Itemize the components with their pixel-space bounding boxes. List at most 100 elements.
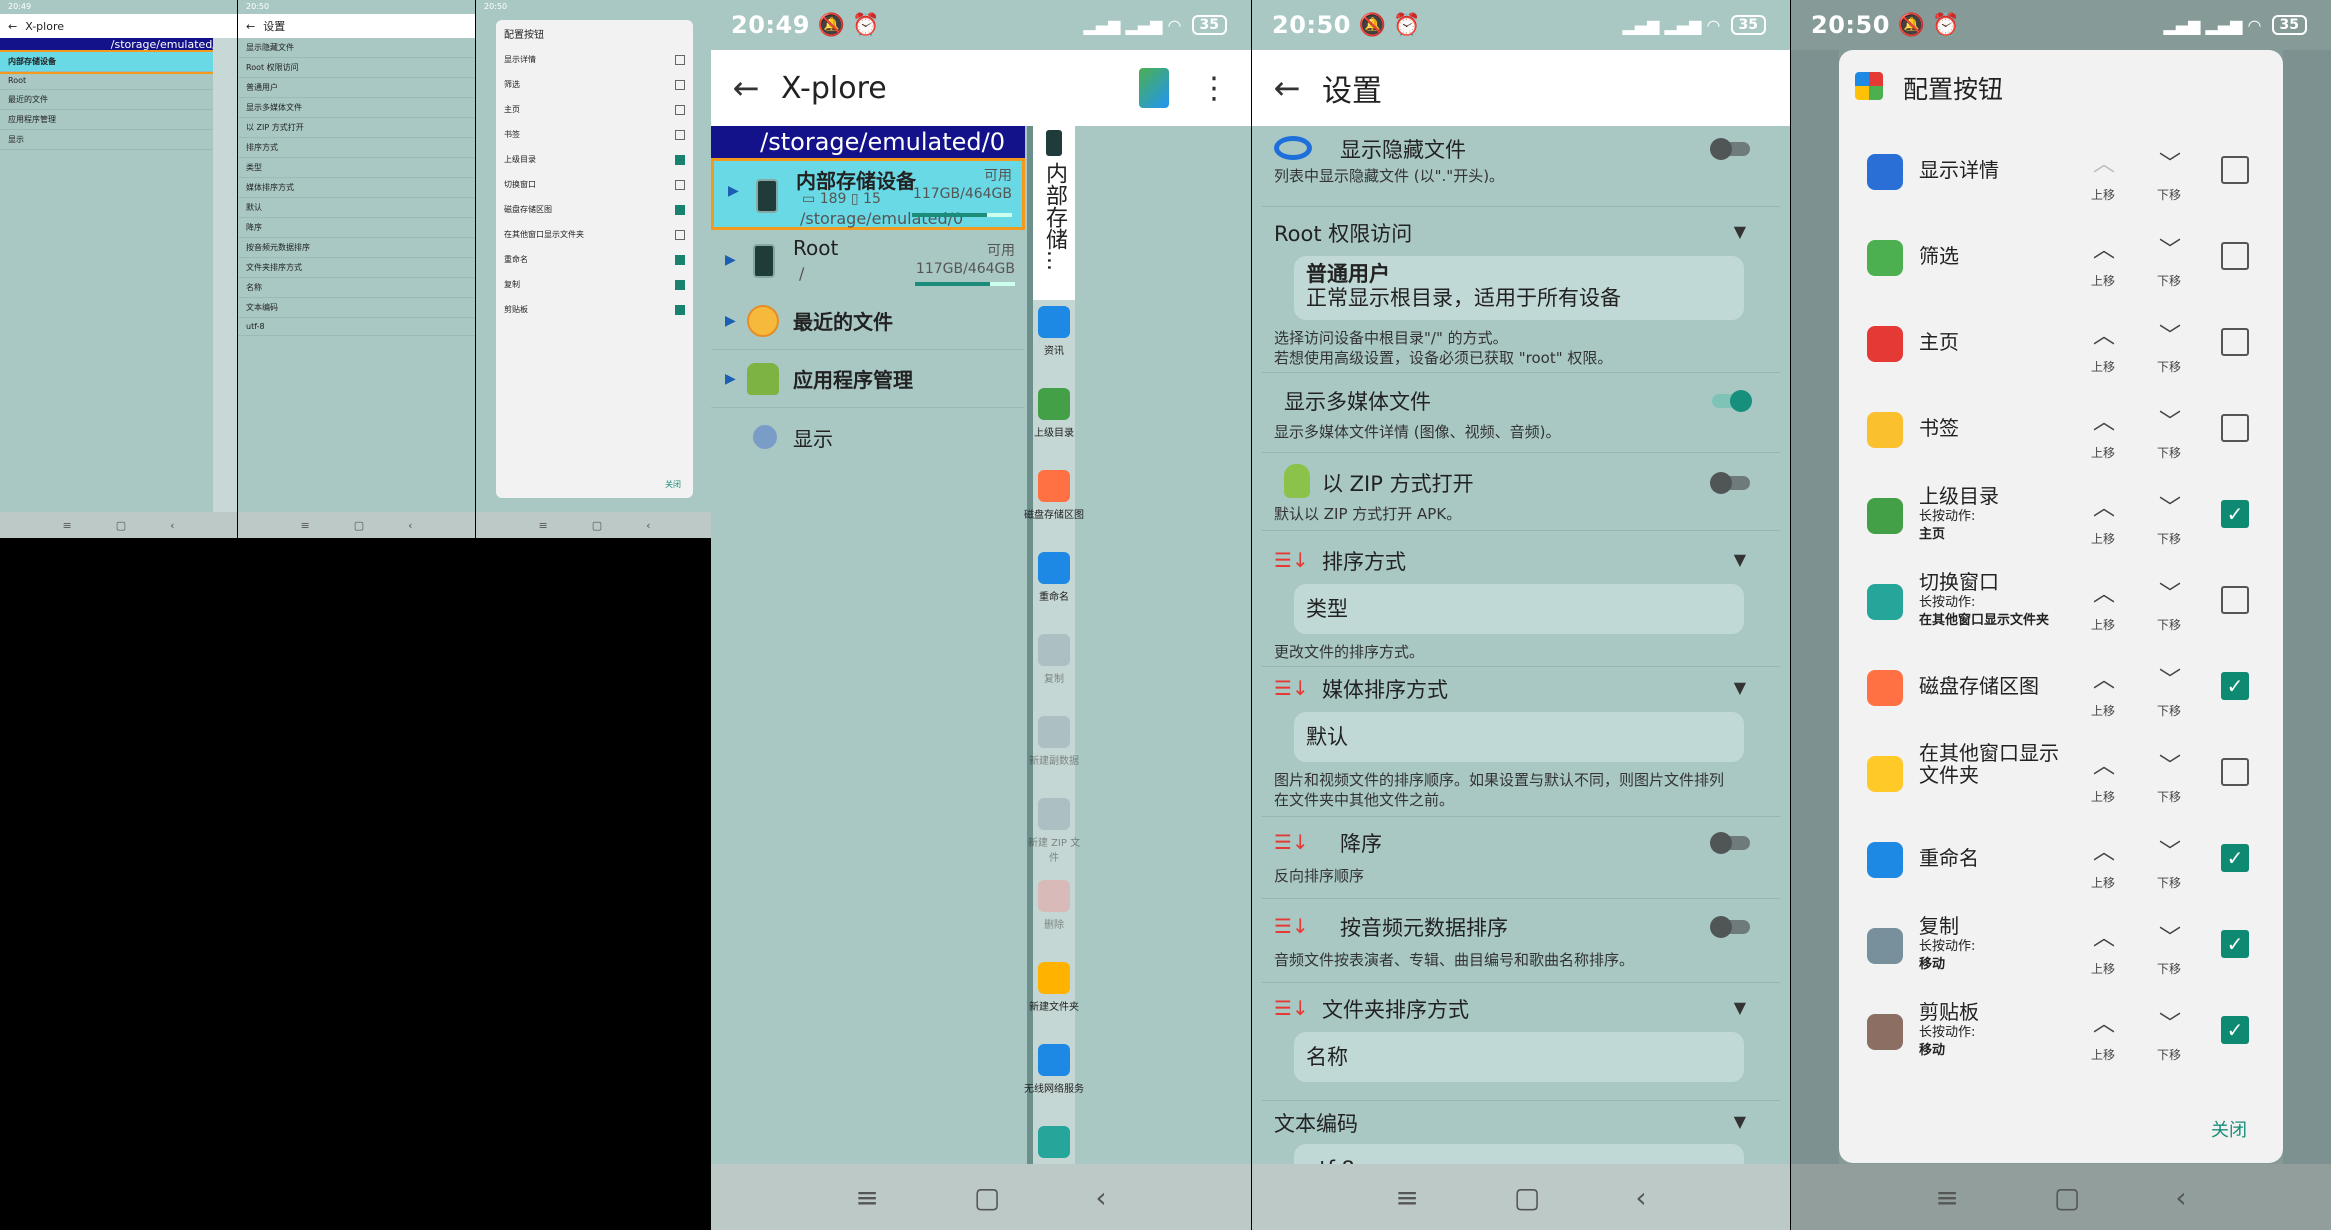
move-down-icon[interactable]: ﹀	[2159, 490, 2181, 522]
mini-config-row[interactable]: 上级目录	[496, 147, 693, 172]
mini-list-item[interactable]: 应用程序管理	[0, 110, 237, 130]
move-up-icon[interactable]: ︿	[2093, 920, 2115, 952]
menu-nav-icon[interactable]: ≡	[1935, 1181, 1958, 1214]
descending-toggle[interactable]	[1710, 832, 1750, 854]
expand-arrow-icon[interactable]: ▶	[725, 252, 736, 268]
enable-checkbox[interactable]	[2221, 328, 2249, 356]
mini-config-row[interactable]: 重命名	[496, 247, 693, 272]
mini-menu-nav-icon[interactable]: ≡	[538, 519, 547, 532]
sidebar-button[interactable]: 无线网络服务	[1023, 1044, 1085, 1095]
enable-checkbox[interactable]: ✓	[2221, 1016, 2249, 1044]
mini-config-row[interactable]: 复制	[496, 272, 693, 297]
mini-checkbox[interactable]	[675, 179, 685, 190]
mini-setting-item[interactable]: 文件夹排序方式	[238, 258, 475, 278]
move-down-icon[interactable]: ﹀	[2159, 404, 2181, 436]
mini-setting-item[interactable]: 以 ZIP 方式打开	[238, 118, 475, 138]
setting-zip-open[interactable]: 以 ZIP 方式打开 默认以 ZIP 方式打开 APK。	[1252, 464, 1790, 524]
mini-config-row[interactable]: 切换窗口	[496, 172, 693, 197]
audio-meta-toggle[interactable]	[1710, 916, 1750, 938]
mini-home-nav-icon[interactable]: ▢	[592, 519, 602, 532]
move-up-icon[interactable]: ︿	[2093, 232, 2115, 264]
sidebar-button[interactable]: 复制	[1023, 634, 1085, 685]
mini-checkbox[interactable]	[675, 304, 685, 315]
move-down-icon[interactable]: ﹀	[2159, 146, 2181, 178]
enable-checkbox[interactable]	[2221, 758, 2249, 786]
back-arrow-icon[interactable]: ←	[1252, 69, 1322, 107]
zip-open-toggle[interactable]	[1710, 472, 1750, 494]
mini-setting-item[interactable]: 类型	[238, 158, 475, 178]
mini-checkbox[interactable]	[675, 79, 685, 90]
mini-config-row[interactable]: 显示详情	[496, 47, 693, 72]
sidebar-button[interactable]: 重命名	[1023, 552, 1085, 603]
enable-checkbox[interactable]: ✓	[2221, 844, 2249, 872]
enable-checkbox[interactable]: ✓	[2221, 930, 2249, 958]
move-up-icon[interactable]: ︿	[2093, 318, 2115, 350]
mini-config-row[interactable]: 书签	[496, 122, 693, 147]
mini-config-row[interactable]: 磁盘存储区图	[496, 197, 693, 222]
mini-setting-item[interactable]: 普通用户	[238, 78, 475, 98]
config-row[interactable]: 书签 ︿ ﹀ 上移 下移	[1839, 388, 2283, 474]
mini-checkbox[interactable]	[675, 154, 685, 165]
sidebar-button[interactable]: 资讯	[1023, 306, 1085, 357]
quick-item-display[interactable]: 显示	[711, 408, 1025, 466]
folder-sort-selector[interactable]: 名称	[1294, 1032, 1744, 1082]
mini-list-item[interactable]: 内部存储设备	[0, 50, 237, 74]
config-row[interactable]: 切换窗口 长按动作: 在其他窗口显示文件夹 ︿ ﹀ 上移 下移	[1839, 560, 2283, 646]
enable-checkbox[interactable]	[2221, 586, 2249, 614]
quick-item-recent[interactable]: ▶ 最近的文件	[711, 292, 1025, 350]
sidebar-button[interactable]: 上级目录	[1023, 388, 1085, 439]
enable-checkbox[interactable]: ✓	[2221, 500, 2249, 528]
mini-setting-item[interactable]: utf-8	[238, 318, 475, 336]
mini-setting-item[interactable]: 排序方式	[238, 138, 475, 158]
enable-checkbox[interactable]	[2221, 156, 2249, 184]
mini-list-item[interactable]: 最近的文件	[0, 90, 237, 110]
sidebar-button[interactable]: 新建 ZIP 文件	[1023, 798, 1085, 864]
mini-home-nav-icon[interactable]: ▢	[354, 519, 364, 532]
mini-checkbox[interactable]	[675, 254, 685, 265]
config-row[interactable]: 磁盘存储区图 ︿ ﹀ 上移 下移 ✓	[1839, 646, 2283, 732]
setting-folder-sort[interactable]: ☰↓ 文件夹排序方式 ▼ 名称	[1252, 992, 1790, 1092]
config-row[interactable]: 重命名 ︿ ﹀ 上移 下移 ✓	[1839, 818, 2283, 904]
mini-checkbox[interactable]	[675, 104, 685, 115]
sidebar-button[interactable]: 删除	[1023, 880, 1085, 931]
mini-checkbox[interactable]	[675, 54, 685, 65]
dropdown-arrow-icon[interactable]: ▼	[1734, 550, 1746, 569]
mini-checkbox[interactable]	[675, 229, 685, 240]
back-nav-icon[interactable]: ‹	[1635, 1181, 1646, 1214]
close-button[interactable]: 关闭	[2211, 1116, 2247, 1142]
home-nav-icon[interactable]: ▢	[1514, 1181, 1540, 1214]
config-row[interactable]: 主页 ︿ ﹀ 上移 下移	[1839, 302, 2283, 388]
mini-list-item[interactable]: 显示	[0, 130, 237, 150]
mini-home-nav-icon[interactable]: ▢	[116, 519, 126, 532]
config-row[interactable]: 显示详情 ︿ ﹀ 上移 下移	[1839, 130, 2283, 216]
back-nav-icon[interactable]: ‹	[1095, 1181, 1106, 1214]
mini-setting-item[interactable]: 默认	[238, 198, 475, 218]
mini-setting-item[interactable]: 按音频元数据排序	[238, 238, 475, 258]
back-nav-icon[interactable]: ‹	[2175, 1181, 2186, 1214]
mini-config-row[interactable]: 剪贴板	[496, 297, 693, 322]
enable-checkbox[interactable]	[2221, 242, 2249, 270]
sidebar-button[interactable]: 磁盘存储区图	[1023, 470, 1085, 521]
enable-checkbox[interactable]: ✓	[2221, 672, 2249, 700]
mini-list-item[interactable]: Root	[0, 72, 237, 90]
mini-setting-item[interactable]: 显示隐藏文件	[238, 38, 475, 58]
dropdown-arrow-icon[interactable]: ▼	[1734, 222, 1746, 241]
move-up-icon[interactable]: ︿	[2093, 490, 2115, 522]
move-down-icon[interactable]: ﹀	[2159, 748, 2181, 780]
mini-menu-nav-icon[interactable]: ≡	[300, 519, 309, 532]
encoding-selector[interactable]: utf-8	[1294, 1144, 1744, 1164]
switch-window-icon[interactable]	[1139, 68, 1169, 108]
move-down-icon[interactable]: ﹀	[2159, 318, 2181, 350]
sidebar-button[interactable]: 新建文件夹	[1023, 962, 1085, 1013]
move-down-icon[interactable]: ﹀	[2159, 834, 2181, 866]
move-up-icon[interactable]: ︿	[2093, 576, 2115, 608]
mini-setting-item[interactable]: 名称	[238, 278, 475, 298]
mini-menu-nav-icon[interactable]: ≡	[62, 519, 71, 532]
sidebar-button[interactable]: 新建副数据	[1023, 716, 1085, 767]
config-row[interactable]: 剪贴板 长按动作: 移动 ︿ ﹀ 上移 下移 ✓	[1839, 990, 2283, 1076]
move-up-icon[interactable]: ︿	[2093, 834, 2115, 866]
move-up-icon[interactable]: ︿	[2093, 146, 2115, 178]
mini-setting-item[interactable]: Root 权限访问	[238, 58, 475, 78]
mini-back-nav-icon[interactable]: ‹	[170, 519, 174, 532]
back-arrow-icon[interactable]: ←	[711, 69, 781, 107]
